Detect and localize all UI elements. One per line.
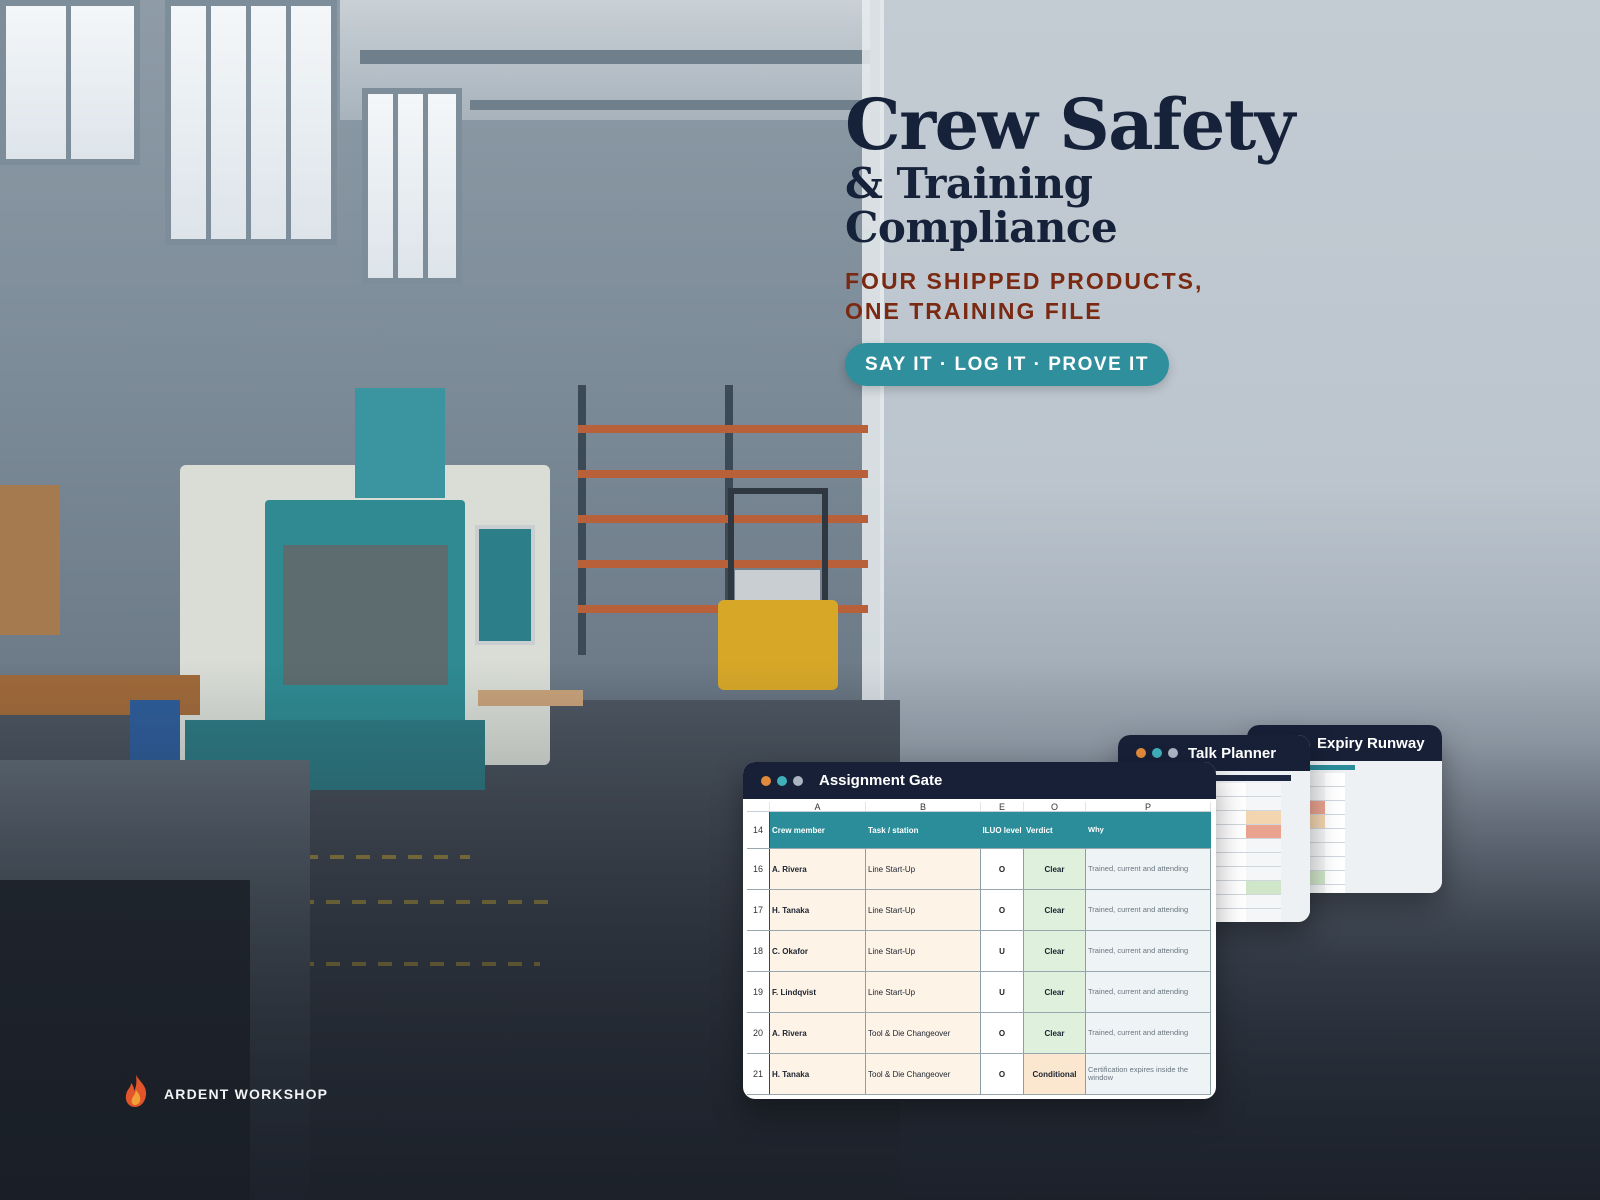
window-titlebar[interactable]: Assignment Gate [743, 762, 1216, 799]
table-row: 17 H. Tanaka Line Start-Up O Clear Train… [747, 890, 1211, 931]
column-letter[interactable]: E [981, 802, 1024, 812]
cell-iluo-level[interactable]: O [981, 890, 1024, 930]
row-number[interactable]: 18 [747, 931, 770, 971]
cell-iluo-level[interactable]: O [981, 1013, 1024, 1053]
title-line-1: Crew Safety [845, 83, 1295, 166]
assignment-sheet[interactable]: A B E O P 14 Crew member Task / station … [747, 802, 1211, 1095]
table-row: 19 F. Lindqvist Line Start-Up U Clear Tr… [747, 972, 1211, 1013]
cell-why[interactable]: Trained, current and attending [1086, 849, 1211, 889]
window-dot-icon [1136, 748, 1146, 758]
tagline-pill: SAY IT · LOG IT · PROVE IT [845, 343, 1169, 386]
title-line-3: Compliance [845, 203, 1118, 252]
subtitle-line-1: FOUR SHIPPED PRODUCTS, [845, 268, 1204, 294]
cell-why[interactable]: Trained, current and attending [1086, 931, 1211, 971]
flame-logo-icon [122, 1074, 150, 1113]
cell-crew-member[interactable]: H. Tanaka [770, 890, 866, 930]
cell-verdict[interactable]: Clear [1024, 849, 1086, 889]
brand-name: ARDENT WORKSHOP [164, 1085, 329, 1102]
cell-iluo-level[interactable]: O [981, 849, 1024, 889]
window-dot-icon [777, 775, 787, 786]
header-verdict[interactable]: Verdict [1024, 812, 1086, 848]
window-dot-icon [761, 775, 771, 786]
header-crew-member[interactable]: Crew member [770, 812, 866, 848]
cell-verdict[interactable]: Clear [1024, 972, 1086, 1012]
cell-task-station[interactable]: Tool & Die Changeover [866, 1013, 981, 1053]
cell-why[interactable]: Trained, current and attending [1086, 890, 1211, 930]
cell-verdict[interactable]: Clear [1024, 931, 1086, 971]
window-dot-icon [1152, 748, 1162, 758]
title-line-2: & Training [845, 159, 1093, 208]
cell-why[interactable]: Certification expires inside the window [1086, 1054, 1211, 1094]
cell-crew-member[interactable]: A. Rivera [770, 849, 866, 889]
cell-iluo-level[interactable]: U [981, 931, 1024, 971]
subtitle-line-2: ONE TRAINING FILE [845, 298, 1103, 324]
column-letter[interactable]: P [1086, 802, 1211, 812]
cell-crew-member[interactable]: F. Lindqvist [770, 972, 866, 1012]
row-number[interactable]: 16 [747, 849, 770, 889]
window-dot-icon [793, 775, 803, 786]
header-task-station[interactable]: Task / station [866, 812, 981, 848]
cell-crew-member[interactable]: A. Rivera [770, 1013, 866, 1053]
window-title: Assignment Gate [819, 772, 943, 789]
table-row: 16 A. Rivera Line Start-Up O Clear Train… [747, 849, 1211, 890]
column-letter[interactable]: O [1024, 802, 1086, 812]
brand-lockup: ARDENT WORKSHOP [122, 1074, 328, 1113]
cell-task-station[interactable]: Line Start-Up [866, 931, 981, 971]
cell-task-station[interactable]: Line Start-Up [866, 972, 981, 1012]
cell-crew-member[interactable]: C. Okafor [770, 931, 866, 971]
cell-why[interactable]: Trained, current and attending [1086, 1013, 1211, 1053]
header-iluo-level[interactable]: ILUO level [981, 812, 1024, 848]
cell-verdict[interactable]: Clear [1024, 890, 1086, 930]
hero-title: Crew Safety & Training Compliance [845, 83, 1295, 252]
cell-verdict[interactable]: Clear [1024, 1013, 1086, 1053]
hero-subtitle: FOUR SHIPPED PRODUCTS, ONE TRAINING FILE [845, 266, 1203, 326]
cell-iluo-level[interactable]: O [981, 1054, 1024, 1094]
table-row: 18 C. Okafor Line Start-Up U Clear Train… [747, 931, 1211, 972]
table-row: 21 H. Tanaka Tool & Die Changeover O Con… [747, 1054, 1211, 1095]
window-title: Talk Planner [1188, 744, 1277, 762]
cell-why[interactable]: Trained, current and attending [1086, 972, 1211, 1012]
header-why[interactable]: Why [1086, 812, 1211, 848]
column-letters: A B E O P [747, 802, 1211, 812]
column-letter[interactable]: B [866, 802, 981, 812]
row-number[interactable]: 20 [747, 1013, 770, 1053]
cell-task-station[interactable]: Tool & Die Changeover [866, 1054, 981, 1094]
cell-task-station[interactable]: Line Start-Up [866, 890, 981, 930]
cell-task-station[interactable]: Line Start-Up [866, 849, 981, 889]
cell-iluo-level[interactable]: U [981, 972, 1024, 1012]
table-header-row: 14 Crew member Task / station ILUO level… [747, 812, 1211, 849]
row-number[interactable]: 17 [747, 890, 770, 930]
column-letter[interactable]: A [770, 802, 866, 812]
cell-crew-member[interactable]: H. Tanaka [770, 1054, 866, 1094]
row-number[interactable]: 19 [747, 972, 770, 1012]
row-number[interactable]: 14 [747, 812, 770, 848]
table-row: 20 A. Rivera Tool & Die Changeover O Cle… [747, 1013, 1211, 1054]
assignment-gate-window[interactable]: Assignment Gate A B E O P 14 Crew member… [743, 762, 1216, 1099]
cell-verdict[interactable]: Conditional [1024, 1054, 1086, 1094]
window-title: Expiry Runway [1317, 734, 1425, 752]
window-dot-icon [1168, 748, 1178, 758]
row-number[interactable]: 21 [747, 1054, 770, 1094]
